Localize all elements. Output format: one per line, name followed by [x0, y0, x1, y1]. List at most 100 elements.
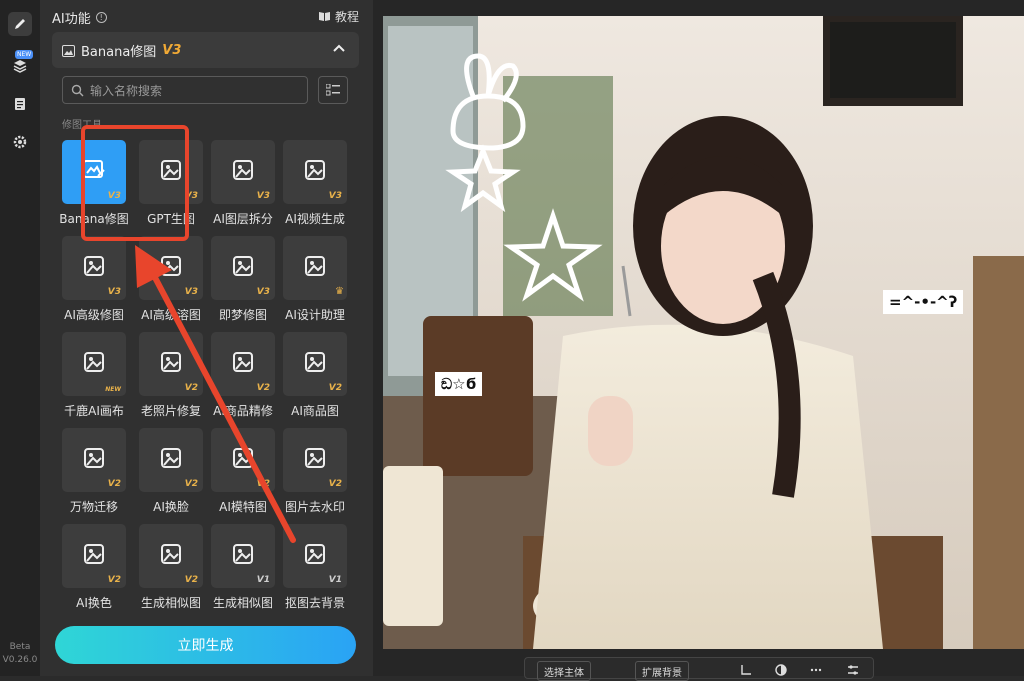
- layer-split-icon: [233, 160, 253, 180]
- highlight-box: [81, 125, 189, 241]
- card-title: Banana修图: [81, 45, 157, 60]
- image-icon: [62, 44, 75, 57]
- tool-tile[interactable]: V3: [211, 236, 275, 300]
- extend-background-button[interactable]: 扩展背景: [635, 661, 689, 681]
- tool-label: AI高级修图: [64, 308, 124, 322]
- tool-version: V3: [256, 287, 270, 297]
- tool-tile[interactable]: V3: [62, 236, 126, 300]
- panel-title: AI功能 !: [52, 8, 107, 27]
- tool-version: V1: [328, 575, 342, 585]
- tool-version: V2: [256, 479, 270, 489]
- transfer-icon: [84, 448, 104, 468]
- deer-icon: [84, 352, 104, 372]
- tool-label: AI商品图: [291, 404, 339, 418]
- tool-tile[interactable]: NEW: [62, 332, 126, 396]
- contrast-icon[interactable]: [775, 664, 787, 676]
- tool-version: V2: [256, 383, 270, 393]
- photo-illustration: [383, 16, 1024, 649]
- sliders-icon[interactable]: [847, 664, 859, 676]
- tool-version: V3: [184, 287, 198, 297]
- search-input[interactable]: 输入名称搜索: [62, 76, 308, 104]
- design-a-icon: [305, 256, 325, 276]
- card-version: V3: [162, 43, 182, 58]
- tool-tile[interactable]: V3: [211, 140, 275, 204]
- tool-tile[interactable]: V2: [211, 428, 275, 492]
- tool-label: 生成相似图: [212, 596, 273, 610]
- tool-version: NEW: [105, 386, 121, 393]
- tool-label: 老照片修复: [140, 404, 201, 418]
- video-sparkle-icon: [305, 160, 325, 180]
- tutorial-link[interactable]: 教程: [318, 8, 359, 25]
- more-icon[interactable]: [810, 664, 822, 676]
- tool-label: AI换色: [76, 596, 112, 610]
- info-icon[interactable]: !: [95, 12, 107, 23]
- beta-label: Beta: [9, 642, 31, 652]
- magic-wand-icon: [84, 256, 104, 276]
- document-icon[interactable]: [8, 92, 32, 116]
- tool-label: 生成相似图: [140, 596, 201, 610]
- version-label: V0.26.0: [2, 655, 38, 665]
- tool-label: AI视频生成: [285, 212, 345, 226]
- tool-tile[interactable]: V2: [139, 332, 203, 396]
- cutout-icon: [305, 544, 325, 564]
- tool-label: 万物迁移: [69, 500, 118, 514]
- tool-tile[interactable]: V3: [283, 140, 347, 204]
- chevron-up-icon[interactable]: [331, 41, 347, 57]
- tool-version: V3: [328, 191, 342, 201]
- tool-version: V2: [328, 479, 342, 489]
- diamond-icon: [233, 352, 253, 372]
- pen-icon[interactable]: [8, 12, 32, 36]
- tool-label: AI换脸: [153, 500, 189, 514]
- tool-label: AI高级溶图: [141, 308, 201, 322]
- sticker-right: =^-•-^ʔ: [883, 290, 964, 314]
- tool-version: V2: [107, 479, 121, 489]
- banana-card-header[interactable]: Banana修图 V3: [52, 32, 359, 68]
- crown-icon: ♛: [335, 286, 344, 297]
- select-subject-label: 选择主体: [544, 667, 584, 679]
- tutorial-label: 教程: [334, 10, 359, 24]
- select-subject-button[interactable]: 选择主体: [537, 661, 591, 681]
- crop-icon[interactable]: [740, 664, 752, 676]
- tool-tile[interactable]: V3: [139, 236, 203, 300]
- shirt-color-icon: [84, 544, 104, 564]
- tool-tile[interactable]: V2: [139, 524, 203, 588]
- generate-button[interactable]: 立即生成: [55, 626, 356, 664]
- face-swap-icon: [161, 448, 181, 468]
- tool-label: 图片去水印: [284, 500, 345, 514]
- search-icon: [71, 84, 84, 96]
- tool-tile[interactable]: V2: [211, 332, 275, 396]
- list-icon: [326, 84, 340, 96]
- similar-image-icon: [161, 544, 181, 564]
- tool-version: V2: [328, 383, 342, 393]
- image-blend-icon: [161, 256, 181, 276]
- tool-tile[interactable]: V2: [139, 428, 203, 492]
- list-view-toggle[interactable]: [318, 76, 348, 104]
- gear-icon[interactable]: [8, 130, 32, 154]
- similar-image-alt-icon: [233, 544, 253, 564]
- ai-panel: AI功能 ! 教程 Banana修图 V3 输入名称搜索 修图工具 V3 Bana…: [40, 0, 373, 676]
- tool-version: V3: [256, 191, 270, 201]
- tool-label: AI模特图: [219, 500, 267, 514]
- tool-version: V2: [107, 575, 121, 585]
- tool-label: AI图层拆分: [213, 212, 273, 226]
- tool-tile[interactable]: V2: [62, 524, 126, 588]
- tool-tile[interactable]: ♛: [283, 236, 347, 300]
- tool-tile[interactable]: V2: [283, 428, 347, 492]
- watermark-remove-icon: [305, 448, 325, 468]
- tool-tile[interactable]: V2: [283, 332, 347, 396]
- tool-version: V2: [184, 383, 198, 393]
- canvas-photo[interactable]: ඞ☆ϭ =^-•-^ʔ: [383, 16, 1024, 649]
- shopping-bag-icon: [305, 352, 325, 372]
- tool-tile[interactable]: V1: [211, 524, 275, 588]
- tool-version: V1: [256, 575, 270, 585]
- extend-background-label: 扩展背景: [642, 667, 682, 679]
- sticker-left: ඞ☆ϭ: [435, 372, 483, 396]
- tool-tile[interactable]: V1: [283, 524, 347, 588]
- planet-icon: [233, 256, 253, 276]
- tool-label: 即梦修图: [218, 308, 267, 322]
- search-placeholder: 输入名称搜索: [90, 83, 163, 98]
- new-badge: NEW: [15, 50, 34, 59]
- tool-label: AI设计助理: [285, 308, 345, 322]
- tool-tile[interactable]: V2: [62, 428, 126, 492]
- tool-version: V2: [184, 575, 198, 585]
